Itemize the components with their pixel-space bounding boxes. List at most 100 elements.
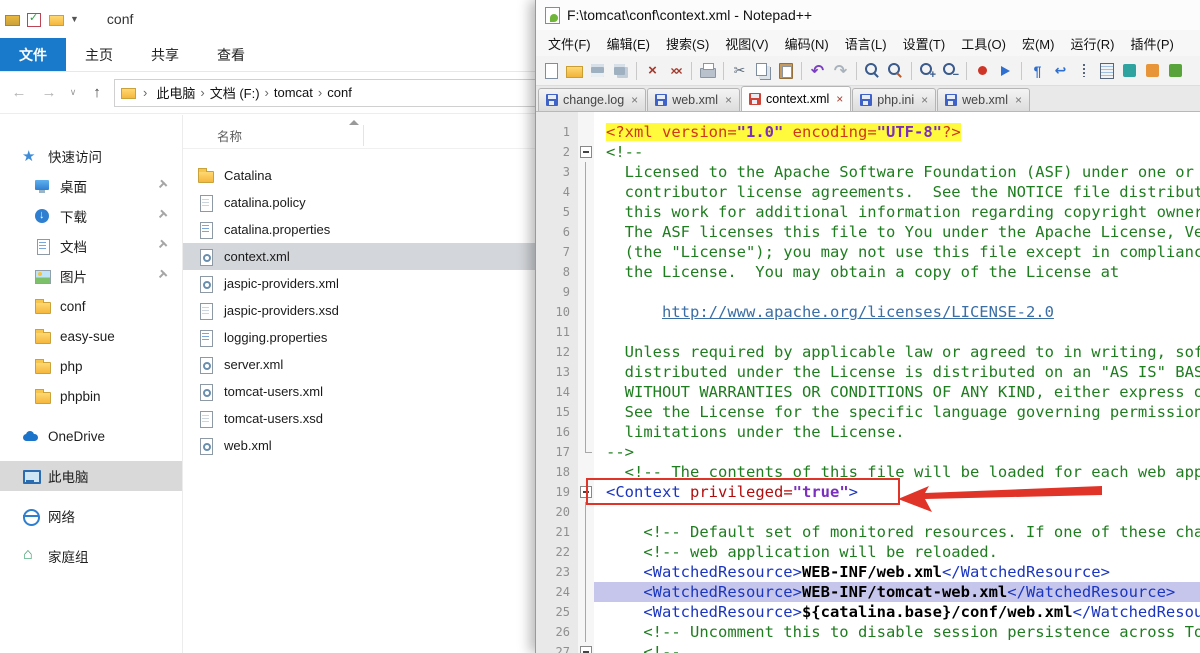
file-row-jaspic-providers.xsd[interactable]: jaspic-providers.xsd: [183, 297, 543, 324]
print-icon[interactable]: [697, 60, 718, 81]
tab-change.log-0[interactable]: change.log ×: [538, 88, 647, 111]
code-text[interactable]: Unless required by applicable law or agr…: [594, 342, 1200, 362]
column-header-name[interactable]: 名称: [217, 126, 242, 145]
column-header-row[interactable]: 名称: [183, 120, 543, 149]
menu-item-6[interactable]: 设置(T): [895, 34, 954, 53]
zoom-in-icon[interactable]: [917, 60, 938, 81]
code-text[interactable]: [594, 282, 1200, 302]
fold-collapse-icon[interactable]: [578, 642, 594, 653]
sidebar-item-图片[interactable]: 图片: [0, 261, 182, 291]
sidebar-item-conf[interactable]: conf: [0, 291, 182, 321]
address-box[interactable]: › 此电脑 › 文档 (F:) › tomcat › conf: [114, 78, 537, 107]
file-row-catalina.properties[interactable]: catalina.properties: [183, 216, 543, 243]
editor[interactable]: 1 <?xml version="1.0" encoding="UTF-8"?> 2…: [536, 112, 1200, 653]
new-file-icon[interactable]: [541, 60, 562, 81]
code-text[interactable]: <WatchedResource>${catalina.base}/conf/w…: [594, 602, 1200, 622]
sidebar-item-此电脑[interactable]: 此电脑: [0, 461, 182, 491]
code-text[interactable]: the License. You may obtain a copy of th…: [594, 262, 1200, 282]
sidebar-item-phpbin[interactable]: phpbin: [0, 381, 182, 411]
breadcrumb-item-0[interactable]: 此电脑: [154, 83, 197, 102]
code-text[interactable]: this work for additional information reg…: [594, 202, 1200, 222]
file-row-logging.properties[interactable]: logging.properties: [183, 324, 543, 351]
code-text[interactable]: distributed under the License is distrib…: [594, 362, 1200, 382]
code-text[interactable]: <WatchedResource>WEB-INF/web.xml</Watche…: [594, 562, 1200, 582]
code-text[interactable]: -->: [594, 442, 1200, 462]
code-text[interactable]: <?xml version="1.0" encoding="UTF-8"?>: [594, 122, 1200, 142]
file-row-server.xml[interactable]: server.xml: [183, 351, 543, 378]
notepadpp-titlebar[interactable]: F:\tomcat\conf\context.xml - Notepad++: [536, 0, 1200, 30]
code-text[interactable]: <!-- Default set of monitored resources.…: [594, 522, 1200, 542]
fold-collapse-icon[interactable]: [578, 142, 594, 162]
close-tab-icon[interactable]: ×: [1015, 93, 1022, 107]
breadcrumb-item-3[interactable]: conf: [325, 85, 354, 100]
file-row-jaspic-providers.xml[interactable]: jaspic-providers.xml: [183, 270, 543, 297]
code-text[interactable]: [594, 322, 1200, 342]
code-text[interactable]: <WatchedResource>WEB-INF/tomcat-web.xml<…: [594, 582, 1200, 602]
sidebar-item-easy-sue[interactable]: easy-sue: [0, 321, 182, 351]
menu-item-5[interactable]: 语言(L): [837, 34, 895, 53]
column-divider[interactable]: [363, 125, 364, 146]
sidebar-item-php[interactable]: php: [0, 351, 182, 381]
file-row-Catalina[interactable]: Catalina: [183, 162, 543, 189]
file-row-context.xml[interactable]: context.xml: [183, 243, 543, 270]
record-macro-icon[interactable]: [972, 60, 993, 81]
file-row-tomcat-users.xml[interactable]: tomcat-users.xml: [183, 378, 543, 405]
up-button[interactable]: ↑: [84, 84, 110, 101]
code-text[interactable]: <!-- The contents of this file will be l…: [594, 462, 1200, 482]
function-list-icon[interactable]: [1119, 60, 1140, 81]
back-button[interactable]: ←: [6, 84, 32, 101]
document-map-icon[interactable]: [1096, 60, 1117, 81]
close-tab-icon[interactable]: ×: [631, 93, 638, 107]
show-symbols-icon[interactable]: [1027, 60, 1048, 81]
cut-icon[interactable]: [729, 60, 750, 81]
ribbon-tab-3[interactable]: 查看: [198, 38, 264, 71]
word-wrap-icon[interactable]: [1050, 60, 1071, 81]
menu-item-1[interactable]: 编辑(E): [599, 34, 658, 53]
file-row-tomcat-users.xsd[interactable]: tomcat-users.xsd: [183, 405, 543, 432]
ribbon-tab-2[interactable]: 共享: [132, 38, 198, 71]
replace-icon[interactable]: [885, 60, 906, 81]
undo-icon[interactable]: [807, 60, 828, 81]
menu-item-2[interactable]: 搜索(S): [658, 34, 717, 53]
sidebar-item-OneDrive[interactable]: OneDrive: [0, 421, 182, 451]
zoom-out-icon[interactable]: [940, 60, 961, 81]
code-text[interactable]: (the "License"); you may not use this fi…: [594, 242, 1200, 262]
menu-item-3[interactable]: 视图(V): [717, 34, 776, 53]
code-text[interactable]: contributor license agreements. See the …: [594, 182, 1200, 202]
tab-php.ini-3[interactable]: php.ini ×: [852, 88, 937, 111]
sidebar-item-文档[interactable]: 文档: [0, 231, 182, 261]
fold-collapse-icon[interactable]: [578, 482, 594, 502]
breadcrumb-item-1[interactable]: 文档 (F:): [208, 83, 262, 102]
tab-context.xml-2[interactable]: context.xml ×: [741, 86, 852, 111]
menu-item-7[interactable]: 工具(O): [953, 34, 1014, 53]
code-text[interactable]: Licensed to the Apache Software Foundati…: [594, 162, 1200, 182]
close-tab-icon[interactable]: ×: [921, 93, 928, 107]
code-text[interactable]: See the License for the specific languag…: [594, 402, 1200, 422]
file-row-web.xml[interactable]: web.xml: [183, 432, 543, 459]
close-all-icon[interactable]: [665, 60, 686, 81]
sidebar-item-网络[interactable]: 网络: [0, 501, 182, 531]
forward-button[interactable]: →: [36, 84, 62, 101]
code-text[interactable]: [594, 502, 1200, 522]
tab-web.xml-1[interactable]: web.xml ×: [647, 88, 741, 111]
redo-icon[interactable]: [830, 60, 851, 81]
sidebar-item-家庭组[interactable]: 家庭组: [0, 541, 182, 571]
file-row-catalina.policy[interactable]: catalina.policy: [183, 189, 543, 216]
save-icon[interactable]: [587, 60, 608, 81]
close-icon[interactable]: [642, 60, 663, 81]
sidebar-item-桌面[interactable]: 桌面: [0, 171, 182, 201]
code-text[interactable]: http://www.apache.org/licenses/LICENSE-2…: [594, 302, 1200, 322]
save-all-icon[interactable]: [610, 60, 631, 81]
qat-dropdown-icon[interactable]: ▼: [70, 14, 79, 24]
code-text[interactable]: WITHOUT WARRANTIES OR CONDITIONS OF ANY …: [594, 382, 1200, 402]
paste-icon[interactable]: [775, 60, 796, 81]
code-text[interactable]: The ASF licenses this file to You under …: [594, 222, 1200, 242]
breadcrumb-item-2[interactable]: tomcat: [272, 85, 315, 100]
tab-web.xml-4[interactable]: web.xml ×: [937, 88, 1030, 111]
menu-item-10[interactable]: 插件(P): [1123, 34, 1182, 53]
indent-guide-icon[interactable]: [1073, 60, 1094, 81]
code-text[interactable]: limitations under the License.: [594, 422, 1200, 442]
code-text[interactable]: <Context privileged="true">: [594, 482, 1200, 502]
new-folder-icon[interactable]: [48, 11, 64, 27]
menu-item-4[interactable]: 编码(N): [777, 34, 837, 53]
